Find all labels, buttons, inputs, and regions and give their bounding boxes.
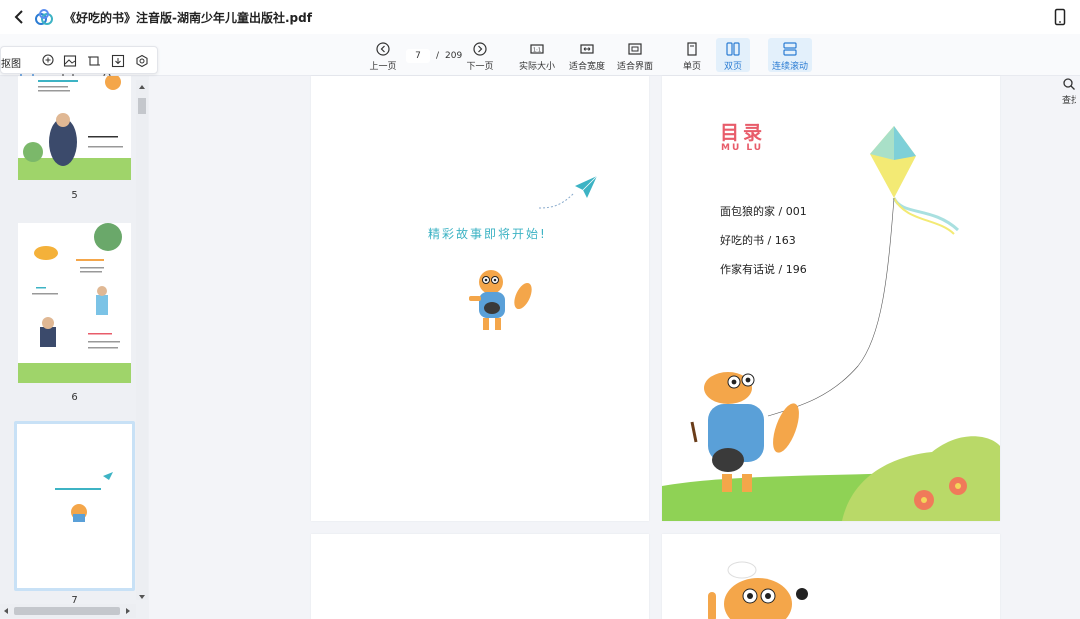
- paper-plane-icon: [538, 175, 598, 209]
- next-page-label: 下一页: [466, 62, 494, 72]
- scrollbar-thumb[interactable]: [138, 98, 146, 114]
- chevron-right-circle-icon: [473, 42, 487, 56]
- cutout-label[interactable]: 抠图: [1, 55, 21, 70]
- pdf-page-next-left: [311, 534, 649, 619]
- story-start-text: 精彩故事即将开始!: [428, 227, 547, 241]
- total-pages: 209: [445, 51, 463, 61]
- search-button[interactable]: 查找: [1058, 72, 1080, 108]
- wolf-character-illustration: [469, 270, 532, 330]
- fit-width-button[interactable]: 适合宽度: [566, 38, 608, 72]
- thumbnail-horizontal-scrollbar[interactable]: [0, 604, 136, 618]
- toolbar: 上一页 下一页 1:1 实际大小 适合宽度 适合界面 单页 双页 连续滚动 查找: [0, 34, 1080, 106]
- current-page-input[interactable]: 7: [406, 49, 430, 63]
- thumbnail-page-6[interactable]: [18, 223, 131, 383]
- prev-page-button[interactable]: 上一页: [364, 38, 402, 72]
- fit-width-label: 适合宽度: [568, 62, 605, 72]
- double-page-label: 双页: [723, 62, 742, 72]
- continuous-scroll-button[interactable]: 连续滚动: [768, 38, 812, 72]
- scroll-left-icon[interactable]: [3, 607, 9, 615]
- download-icon[interactable]: [111, 54, 125, 68]
- document-title: 《好吃的书》注音版-湖南少年儿童出版社.pdf: [64, 11, 312, 25]
- image-icon[interactable]: [63, 54, 77, 68]
- chevron-left-circle-icon: [376, 42, 390, 56]
- fit-page-button[interactable]: 适合界面: [614, 38, 656, 72]
- thumbnail-page-5[interactable]: [18, 76, 131, 180]
- search-label: 查找: [1062, 96, 1076, 106]
- page-separator: /: [436, 51, 440, 61]
- page-navigator: 7 / 209: [406, 49, 462, 63]
- add-pin-icon[interactable]: [41, 54, 55, 68]
- svg-text:1:1: 1:1: [533, 48, 541, 54]
- prev-page-label: 上一页: [369, 62, 397, 72]
- thumbnail-illustration: [18, 223, 131, 383]
- pdf-page-right: 目录 MU LU 面包狼的家 / 001 好吃的书 / 163 作家有话说 / …: [662, 76, 1000, 521]
- pdf-page-next-right: [662, 534, 1000, 619]
- double-page-icon: [726, 42, 740, 56]
- continuous-scroll-icon: [783, 42, 797, 56]
- single-page-icon: [687, 42, 697, 56]
- kite-and-wolf-illustration: [662, 126, 1000, 521]
- single-page-label: 单页: [682, 62, 701, 72]
- title-bar: 《好吃的书》注音版-湖南少年儿童出版社.pdf: [0, 0, 1080, 34]
- fit-width-icon: [580, 44, 594, 54]
- thumbnail-vertical-scrollbar[interactable]: [136, 80, 148, 600]
- scroll-down-icon[interactable]: [138, 594, 146, 600]
- thumbnail-illustration: [55, 472, 113, 522]
- back-arrow-icon[interactable]: [12, 8, 28, 26]
- settings-icon[interactable]: [135, 54, 149, 68]
- app-logo-icon: [35, 9, 53, 25]
- thumbnail-illustration: [18, 76, 131, 180]
- mobile-device-icon[interactable]: [1054, 8, 1066, 26]
- pdf-page-left: 精彩故事即将开始!: [311, 76, 649, 521]
- scrollbar-thumb[interactable]: [14, 607, 120, 615]
- wolf-character-illustration: [708, 561, 808, 619]
- next-page-button[interactable]: 下一页: [461, 38, 499, 72]
- thumbnail-panel: 5 6 7: [0, 76, 149, 619]
- thumbnail-page-7[interactable]: [14, 421, 135, 591]
- fit-page-icon: [628, 43, 642, 55]
- scroll-right-icon[interactable]: [125, 607, 131, 615]
- thumbnail-page-number: 6: [71, 392, 78, 403]
- scroll-up-icon[interactable]: [138, 84, 146, 90]
- continuous-scroll-label: 连续滚动: [771, 62, 808, 72]
- thumbnail-page-number: 5: [71, 190, 78, 201]
- double-page-button[interactable]: 双页: [716, 38, 750, 72]
- crop-icon[interactable]: [87, 54, 101, 68]
- search-icon: [1063, 78, 1075, 90]
- actual-size-button[interactable]: 1:1 实际大小: [516, 38, 558, 72]
- actual-size-icon: 1:1: [530, 44, 544, 54]
- fit-page-label: 适合界面: [616, 62, 653, 72]
- actual-size-label: 实际大小: [518, 62, 555, 72]
- cutout-popup: 抠图: [0, 46, 158, 74]
- single-page-button[interactable]: 单页: [678, 38, 706, 72]
